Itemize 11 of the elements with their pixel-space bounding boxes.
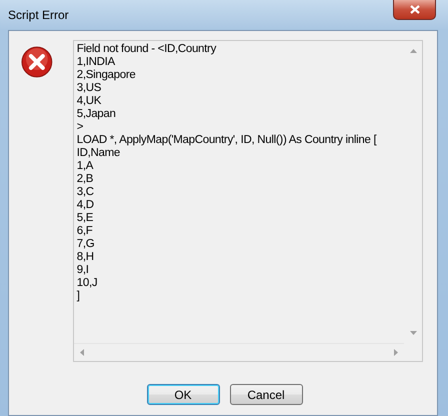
- scroll-up-icon[interactable]: [410, 49, 417, 53]
- cancel-button[interactable]: Cancel: [230, 384, 302, 405]
- close-button[interactable]: [393, 0, 436, 20]
- error-icon: [21, 46, 53, 78]
- close-icon: [410, 5, 420, 14]
- scroll-left-icon[interactable]: [80, 349, 84, 356]
- scroll-right-icon[interactable]: [394, 349, 398, 356]
- scroll-down-icon[interactable]: [410, 331, 417, 335]
- error-message: Field not found - <ID,Country 1,INDIA 2,Singapore 3,US 4,UK 5,Japan > LOAD *, ApplyMap('MapCountry', ID, Null()) As Country inline [ ID,Name 1,A 2,B 3,C 4,D 5,E 6,F 7,G 8,H 9,I 10,J ]: [76, 43, 376, 303]
- ok-button[interactable]: OK: [146, 384, 220, 405]
- window-title: Script Error: [8, 8, 69, 22]
